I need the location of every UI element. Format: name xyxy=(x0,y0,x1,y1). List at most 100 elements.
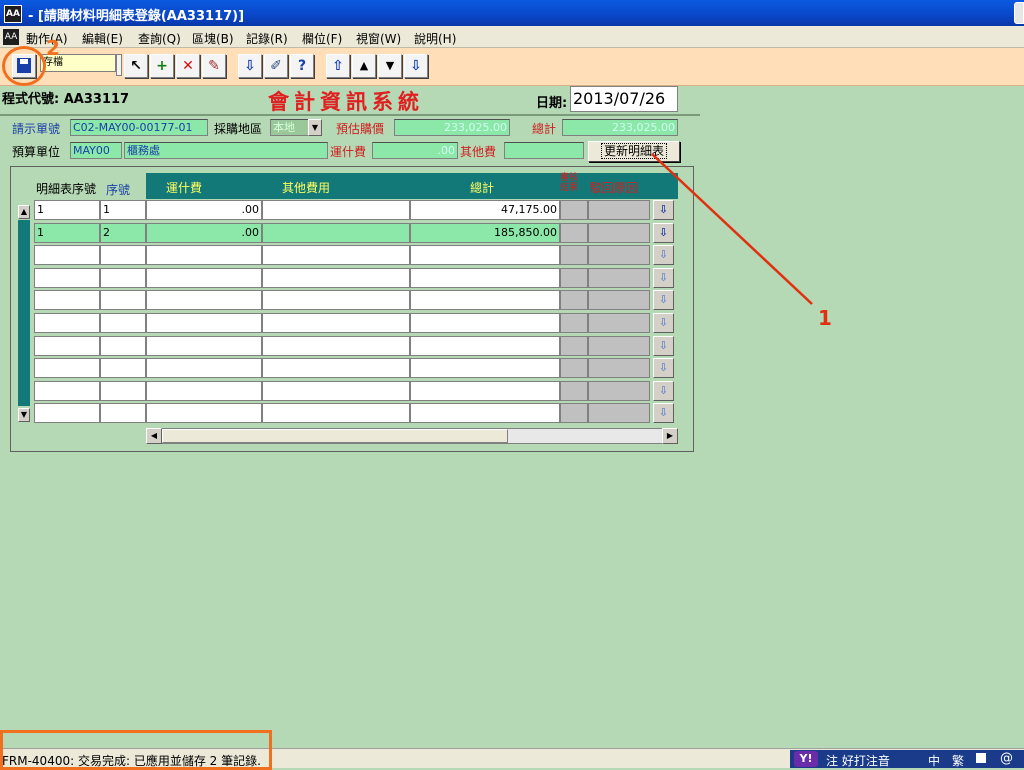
previous-record-button[interactable]: ▲ xyxy=(352,54,376,78)
detail-no-cell[interactable] xyxy=(34,336,100,356)
seq-cell[interactable] xyxy=(100,381,146,401)
check-result-cell[interactable] xyxy=(560,358,588,378)
other-fees-cell[interactable] xyxy=(262,245,410,265)
update-details-button[interactable]: 更新明細表 xyxy=(588,141,680,162)
toolbar-button-partial[interactable] xyxy=(116,54,122,76)
window-title-bar[interactable]: AA - [請購材料明細表登錄(AA33117)] xyxy=(0,0,1024,26)
check-result-cell[interactable] xyxy=(560,223,588,243)
detail-no-cell[interactable]: 1 xyxy=(34,223,100,243)
list-values-button[interactable]: ⇩ xyxy=(238,54,262,78)
row-detail-button[interactable]: ⇩ xyxy=(653,313,674,333)
detail-no-cell[interactable] xyxy=(34,313,100,333)
reject-reason-cell[interactable] xyxy=(588,223,650,243)
detail-no-cell[interactable] xyxy=(34,268,100,288)
row-detail-button[interactable]: ⇩ xyxy=(653,290,674,310)
reject-reason-cell[interactable] xyxy=(588,381,650,401)
seq-cell[interactable] xyxy=(100,290,146,310)
check-result-cell[interactable] xyxy=(560,245,588,265)
menu-query[interactable]: 查詢(Q) xyxy=(138,30,181,47)
other-fees-cell[interactable] xyxy=(262,200,410,220)
menu-field[interactable]: 欄位(F) xyxy=(302,30,342,47)
seq-cell[interactable] xyxy=(100,336,146,356)
shipping-cell[interactable] xyxy=(146,268,262,288)
check-result-cell[interactable] xyxy=(560,290,588,310)
check-result-cell[interactable] xyxy=(560,200,588,220)
detail-no-cell[interactable]: 1 xyxy=(34,200,100,220)
est-price-field[interactable]: 233,025.00 xyxy=(394,119,510,136)
total-cell[interactable] xyxy=(410,381,560,401)
menu-window[interactable]: 視窗(W) xyxy=(356,30,401,47)
help-button[interactable]: ? xyxy=(290,54,314,78)
shipping-cell[interactable] xyxy=(146,358,262,378)
reject-reason-cell[interactable] xyxy=(588,313,650,333)
reject-reason-cell[interactable] xyxy=(588,290,650,310)
other-fees-cell[interactable] xyxy=(262,403,410,423)
reject-reason-cell[interactable] xyxy=(588,336,650,356)
reject-reason-cell[interactable] xyxy=(588,358,650,378)
app-icon[interactable]: AA xyxy=(4,5,22,23)
total-cell[interactable] xyxy=(410,336,560,356)
other-fees-cell[interactable] xyxy=(262,268,410,288)
detail-no-cell[interactable] xyxy=(34,381,100,401)
delete-record-button[interactable]: ✕ xyxy=(176,54,200,78)
menu-record[interactable]: 記錄(R) xyxy=(246,30,288,47)
shipping-cell[interactable] xyxy=(146,381,262,401)
horizontal-scroll-thumb[interactable] xyxy=(162,429,508,443)
reject-reason-cell[interactable] xyxy=(588,200,650,220)
other-fees-cell[interactable] xyxy=(262,381,410,401)
row-detail-button[interactable]: ⇩ xyxy=(653,223,674,243)
shipping-cell[interactable] xyxy=(146,290,262,310)
total-cell[interactable] xyxy=(410,268,560,288)
row-detail-button[interactable]: ⇩ xyxy=(653,358,674,378)
ime-mode-toggle[interactable]: 繁 xyxy=(952,752,964,769)
reject-reason-cell[interactable] xyxy=(588,403,650,423)
other-fees-cell[interactable] xyxy=(262,223,410,243)
scroll-up-arrow-icon[interactable]: ▲ xyxy=(18,205,30,219)
ime-toolbar[interactable]: Y! 注 好打注音 中 繁 @ xyxy=(790,750,1024,768)
total-cell[interactable]: 47,175.00 xyxy=(410,200,560,220)
seq-cell[interactable] xyxy=(100,268,146,288)
clear-button[interactable]: ✎ xyxy=(202,54,226,78)
purchase-area-select[interactable]: 本地 xyxy=(270,119,310,136)
last-record-button[interactable]: ⇩ xyxy=(404,54,428,78)
ime-symbol-icon[interactable]: @ xyxy=(1000,751,1013,766)
menu-block[interactable]: 區塊(B) xyxy=(192,30,234,47)
total-cell[interactable] xyxy=(410,358,560,378)
seq-cell[interactable] xyxy=(100,358,146,378)
menu-help[interactable]: 說明(H) xyxy=(414,30,456,47)
total-cell[interactable] xyxy=(410,403,560,423)
row-detail-button[interactable]: ⇩ xyxy=(653,268,674,288)
check-result-cell[interactable] xyxy=(560,313,588,333)
check-result-cell[interactable] xyxy=(560,403,588,423)
total-cell[interactable] xyxy=(410,245,560,265)
budget-unit-name-field[interactable]: 櫃務處 xyxy=(124,142,328,159)
shipping-cell[interactable]: .00 xyxy=(146,223,262,243)
detail-no-cell[interactable] xyxy=(34,358,100,378)
scroll-down-arrow-icon[interactable]: ▼ xyxy=(18,408,30,422)
shipping-cell[interactable] xyxy=(146,403,262,423)
ime-language-toggle[interactable]: 中 xyxy=(928,752,940,769)
document-icon[interactable]: AA xyxy=(3,29,19,45)
row-detail-button[interactable]: ⇩ xyxy=(653,245,674,265)
edit-button[interactable]: ✐ xyxy=(264,54,288,78)
total-field[interactable]: 233,025.00 xyxy=(562,119,678,136)
reject-reason-cell[interactable] xyxy=(588,268,650,288)
seq-cell[interactable] xyxy=(100,245,146,265)
seq-cell[interactable] xyxy=(100,313,146,333)
chevron-down-icon[interactable]: ▼ xyxy=(308,119,322,136)
shipping-cell[interactable]: .00 xyxy=(146,200,262,220)
row-detail-button[interactable]: ⇩ xyxy=(653,336,674,356)
other-fee-field[interactable] xyxy=(504,142,584,159)
next-record-button[interactable]: ▼ xyxy=(378,54,402,78)
shipping-fee-field[interactable]: .00 xyxy=(372,142,458,159)
other-fees-cell[interactable] xyxy=(262,358,410,378)
other-fees-cell[interactable] xyxy=(262,313,410,333)
total-cell[interactable] xyxy=(410,313,560,333)
seq-cell[interactable]: 1 xyxy=(100,200,146,220)
total-cell[interactable] xyxy=(410,290,560,310)
shipping-cell[interactable] xyxy=(146,245,262,265)
other-fees-cell[interactable] xyxy=(262,336,410,356)
req-no-field[interactable]: C02-MAY00-00177-01 xyxy=(70,119,208,136)
detail-no-cell[interactable] xyxy=(34,403,100,423)
detail-no-cell[interactable] xyxy=(34,290,100,310)
